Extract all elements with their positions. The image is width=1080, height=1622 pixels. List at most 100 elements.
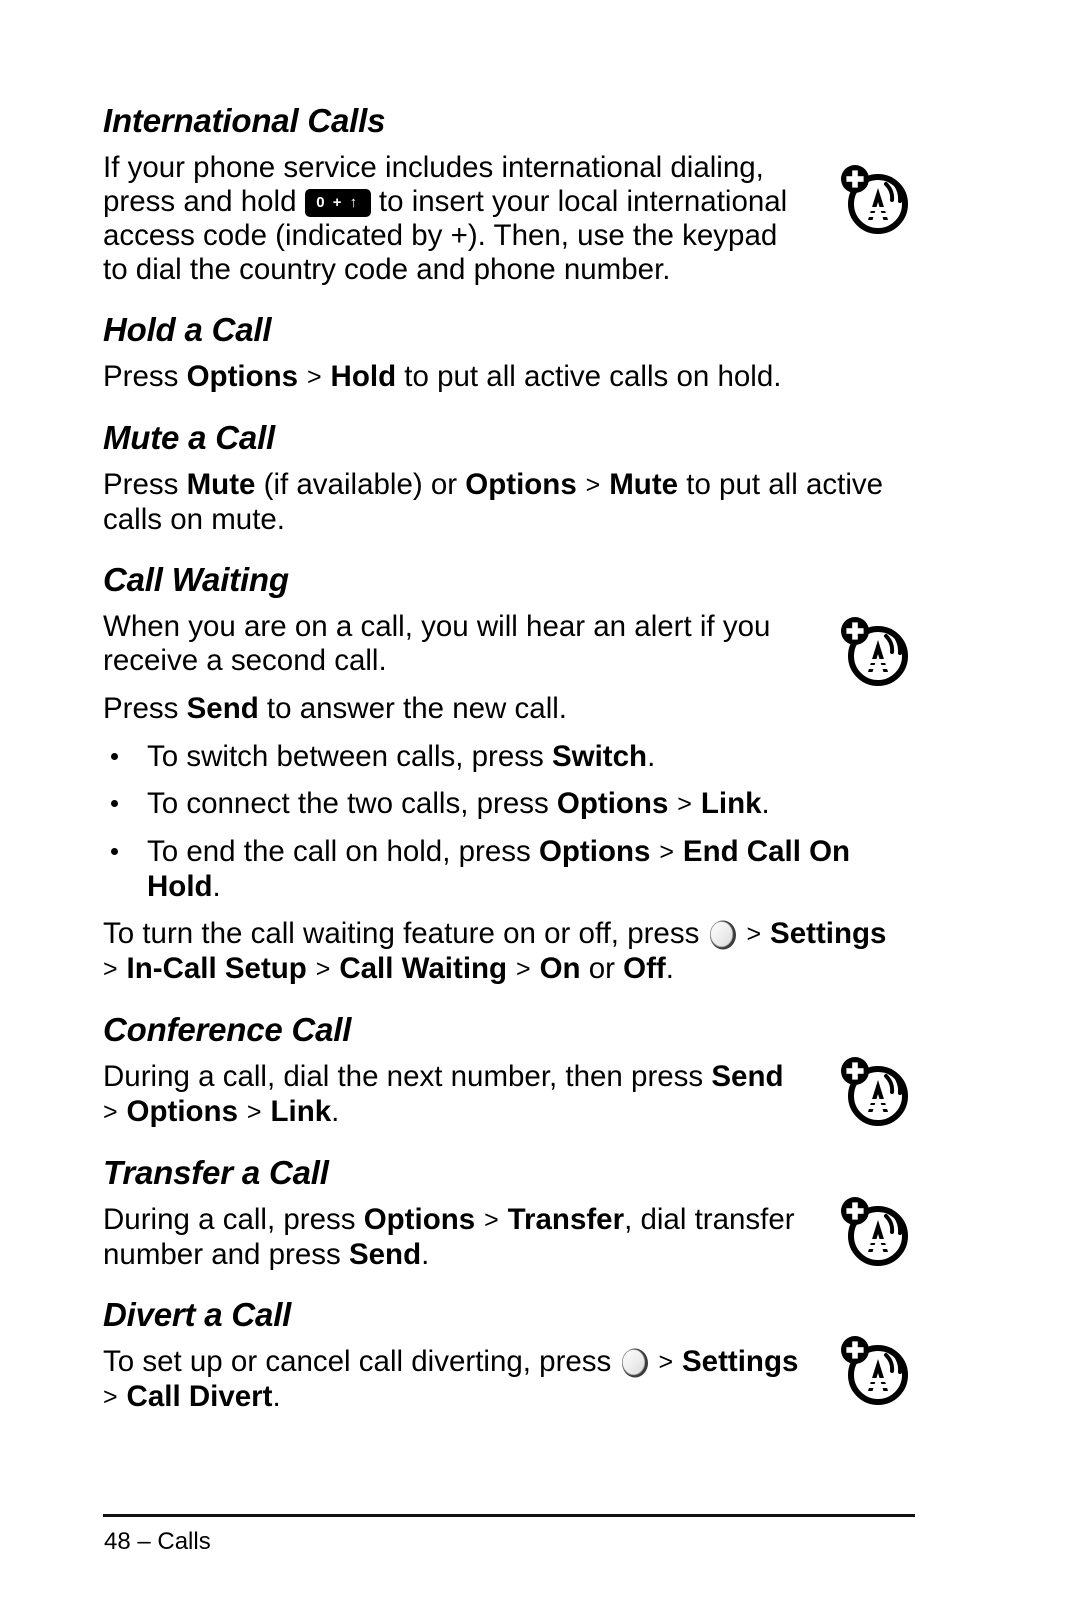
page-footer: 48 – Calls	[104, 1528, 211, 1555]
body-text: .	[647, 740, 656, 773]
section-transfer-a-call: Transfer a Call During a call, press Opti…	[103, 1130, 913, 1272]
body-text: To set up or cancel call diverting, pres…	[103, 1345, 620, 1378]
list-item: To end the call on hold, press Options >…	[103, 835, 913, 904]
body-text: .	[421, 1238, 430, 1271]
breadcrumb-chevron: >	[477, 1206, 506, 1234]
paragraph-call-waiting-0: When you are on a call, you will hear an…	[103, 610, 803, 678]
body-text: During a call, dial the next number, the…	[103, 1060, 712, 1093]
paragraph-call-waiting-after-0: To turn the call waiting feature on or o…	[103, 917, 898, 987]
breadcrumb-chevron: >	[652, 838, 681, 866]
breadcrumb-chevron: >	[739, 920, 769, 948]
emphasis-term: Options	[186, 360, 299, 393]
network-international-icon	[836, 1052, 912, 1128]
body-text: .	[272, 1380, 281, 1413]
paragraph-transfer-a-call-0: During a call, press Options > Transfer,…	[103, 1203, 803, 1272]
body-text: To turn the call waiting feature on or o…	[103, 917, 708, 950]
list-item: To switch between calls, press Switch.	[103, 740, 913, 774]
emphasis-term: Options	[363, 1203, 476, 1236]
body-text: During a call, press	[103, 1203, 364, 1236]
paragraph-divert-a-call-0: To set up or cancel call diverting, pres…	[103, 1345, 803, 1415]
body-text: .	[212, 870, 221, 903]
emphasis-term: Settings	[682, 1345, 799, 1378]
emphasis-term: Link	[270, 1095, 332, 1128]
manual-page: International Calls If your phone service…	[0, 0, 1080, 1622]
emphasis-term: Options	[538, 835, 651, 868]
network-international-icon	[836, 1331, 912, 1407]
network-international-icon	[836, 612, 912, 688]
paragraph-hold-a-call-0: Press Options > Hold to put all active c…	[103, 360, 898, 395]
emphasis-term: Options	[556, 787, 669, 820]
section-mute-a-call: Mute a Call Press Mute (if available) or …	[103, 395, 913, 537]
body-text: .	[665, 952, 674, 985]
emphasis-term: Options	[465, 468, 577, 501]
emphasis-term: Hold	[330, 360, 397, 393]
heading-hold-a-call: Hold a Call	[103, 311, 272, 348]
emphasis-term: Settings	[770, 917, 887, 950]
emphasis-term: Off	[623, 952, 666, 985]
section-conference-call: Conference Call During a call, dial the n…	[103, 987, 913, 1130]
emphasis-term: Options	[126, 1095, 238, 1128]
body-text: To connect the two calls, press	[147, 787, 557, 820]
body-text: To end the call on hold, press	[147, 835, 539, 868]
body-text: to put all active calls on hold.	[396, 360, 782, 393]
body-text: to answer the new call.	[258, 692, 568, 725]
body-text: or	[580, 952, 624, 985]
emphasis-term: Send	[711, 1060, 784, 1093]
center-select-key-icon[interactable]	[620, 1347, 650, 1379]
section-call-waiting: Call Waiting When you are on a call, you …	[103, 537, 913, 987]
center-select-key-icon[interactable]	[708, 919, 738, 951]
body-text: .	[331, 1095, 340, 1128]
emphasis-term: Mute	[186, 468, 256, 501]
bullet-dot-icon	[111, 753, 118, 760]
page-content: International Calls If your phone service…	[103, 104, 913, 1415]
emphasis-term: Call Divert	[126, 1380, 273, 1413]
body-text: .	[761, 787, 770, 820]
paragraph-conference-call-0: During a call, dial the next number, the…	[103, 1060, 803, 1130]
body-text: Press	[103, 468, 187, 501]
heading-international-calls: International Calls	[103, 102, 386, 139]
emphasis-term: On	[539, 952, 581, 985]
sections-container: International Calls If your phone service…	[103, 104, 913, 1415]
bullet-dot-icon	[111, 848, 118, 855]
breadcrumb-chevron: >	[509, 955, 538, 983]
heading-conference-call: Conference Call	[103, 1011, 352, 1048]
emphasis-term: In-Call Setup	[126, 952, 307, 985]
section-divert-a-call: Divert a Call To set up or cancel call di…	[103, 1272, 913, 1415]
bullet-list-call-waiting: To switch between calls, press Switch. To…	[103, 740, 913, 904]
emphasis-term: Send	[348, 1238, 422, 1271]
body-text: (if available) or	[255, 468, 466, 501]
breadcrumb-chevron: >	[308, 955, 338, 983]
emphasis-term: Link	[700, 787, 762, 820]
section-international-calls: International Calls If your phone service…	[103, 104, 913, 287]
footer-divider	[103, 1514, 915, 1517]
heading-transfer-a-call: Transfer a Call	[103, 1154, 329, 1191]
heading-call-waiting: Call Waiting	[103, 561, 289, 598]
heading-mute-a-call: Mute a Call	[103, 419, 276, 456]
breadcrumb-chevron: >	[670, 790, 699, 818]
paragraph-international-calls-0: If your phone service includes internati…	[103, 151, 803, 287]
network-international-icon	[836, 1192, 912, 1268]
breadcrumb-chevron: >	[300, 363, 329, 391]
bullet-dot-icon	[111, 800, 118, 807]
list-item: To connect the two calls, press Options …	[103, 787, 913, 822]
body-text: To switch between calls, press	[147, 740, 552, 773]
emphasis-term: Switch	[551, 740, 648, 773]
emphasis-term: Transfer	[507, 1203, 625, 1236]
paragraph-mute-a-call-0: Press Mute (if available) or Options > M…	[103, 468, 898, 537]
zero-plus-key-icon[interactable]: 0 + ↑	[304, 189, 371, 217]
paragraph-call-waiting-1: Press Send to answer the new call.	[103, 692, 803, 726]
emphasis-term: Send	[186, 692, 259, 725]
network-international-icon	[836, 160, 912, 236]
breadcrumb-chevron: >	[239, 1098, 269, 1126]
